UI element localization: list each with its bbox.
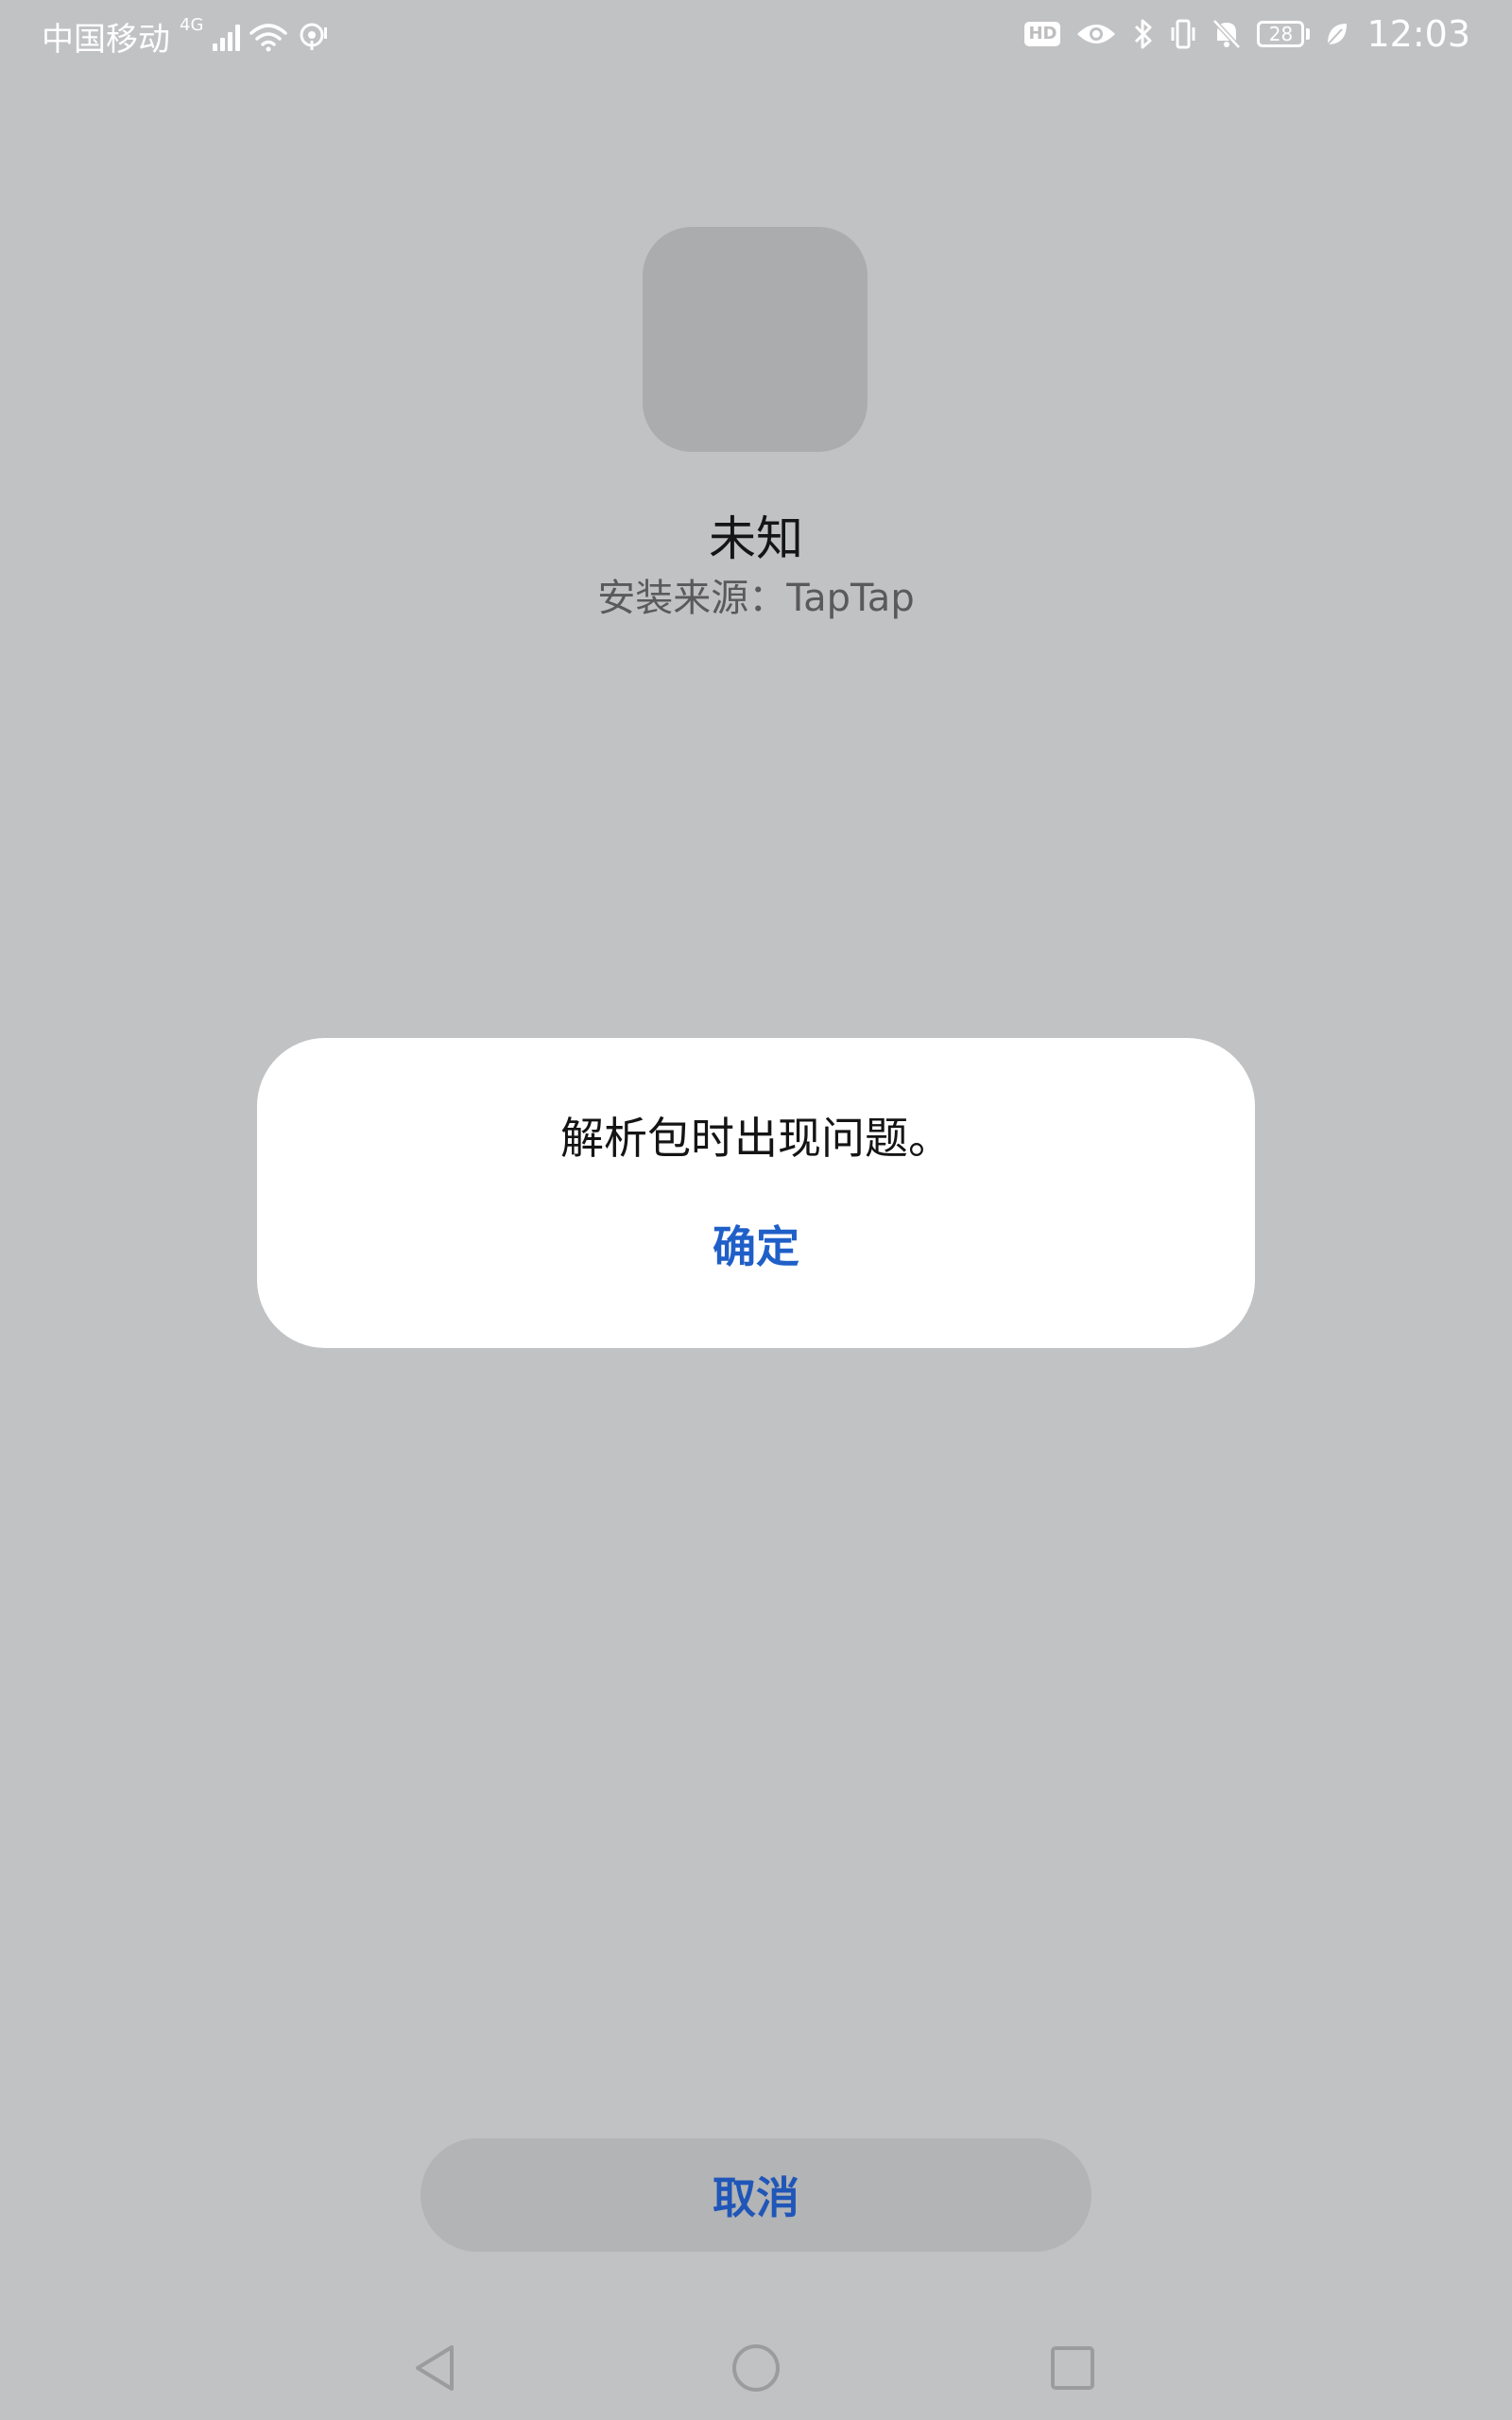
hd-icon: HD <box>1024 22 1061 46</box>
vibrate-icon <box>1171 19 1195 49</box>
eye-icon <box>1077 25 1116 43</box>
back-button[interactable] <box>402 2335 468 2401</box>
error-dialog: 解析包时出现问题。 确定 <box>257 1038 1255 1348</box>
status-bar: 中国移动 4G HD 28 12:03 <box>0 0 1512 68</box>
battery-icon: 28 <box>1257 21 1311 47</box>
recents-button[interactable] <box>1040 2335 1106 2401</box>
status-right: HD 28 12:03 <box>1024 13 1470 55</box>
status-time: 12:03 <box>1366 13 1470 55</box>
ok-button[interactable]: 确定 <box>662 1206 850 1282</box>
wifi-icon <box>249 23 288 51</box>
signal-icon <box>213 23 241 51</box>
leaf-icon <box>1327 24 1348 45</box>
battery-level: 28 <box>1257 21 1305 47</box>
carrier-label: 中国移动 <box>42 21 170 59</box>
cancel-button[interactable]: 取消 <box>421 2138 1091 2252</box>
hotspot-icon <box>300 23 328 50</box>
status-left: 中国移动 4G <box>42 13 329 60</box>
mute-icon <box>1212 19 1242 49</box>
app-placeholder-icon <box>643 227 868 452</box>
home-button[interactable] <box>723 2335 789 2401</box>
recents-icon <box>1051 2346 1094 2390</box>
bluetooth-icon <box>1135 19 1152 49</box>
dialog-message: 解析包时出现问题。 <box>560 1113 952 1164</box>
home-icon <box>732 2344 780 2392</box>
network-type: 4G <box>180 15 204 35</box>
back-icon <box>416 2345 454 2391</box>
install-source: 安装来源：TapTap <box>597 577 915 620</box>
app-name: 未知 <box>709 511 803 566</box>
